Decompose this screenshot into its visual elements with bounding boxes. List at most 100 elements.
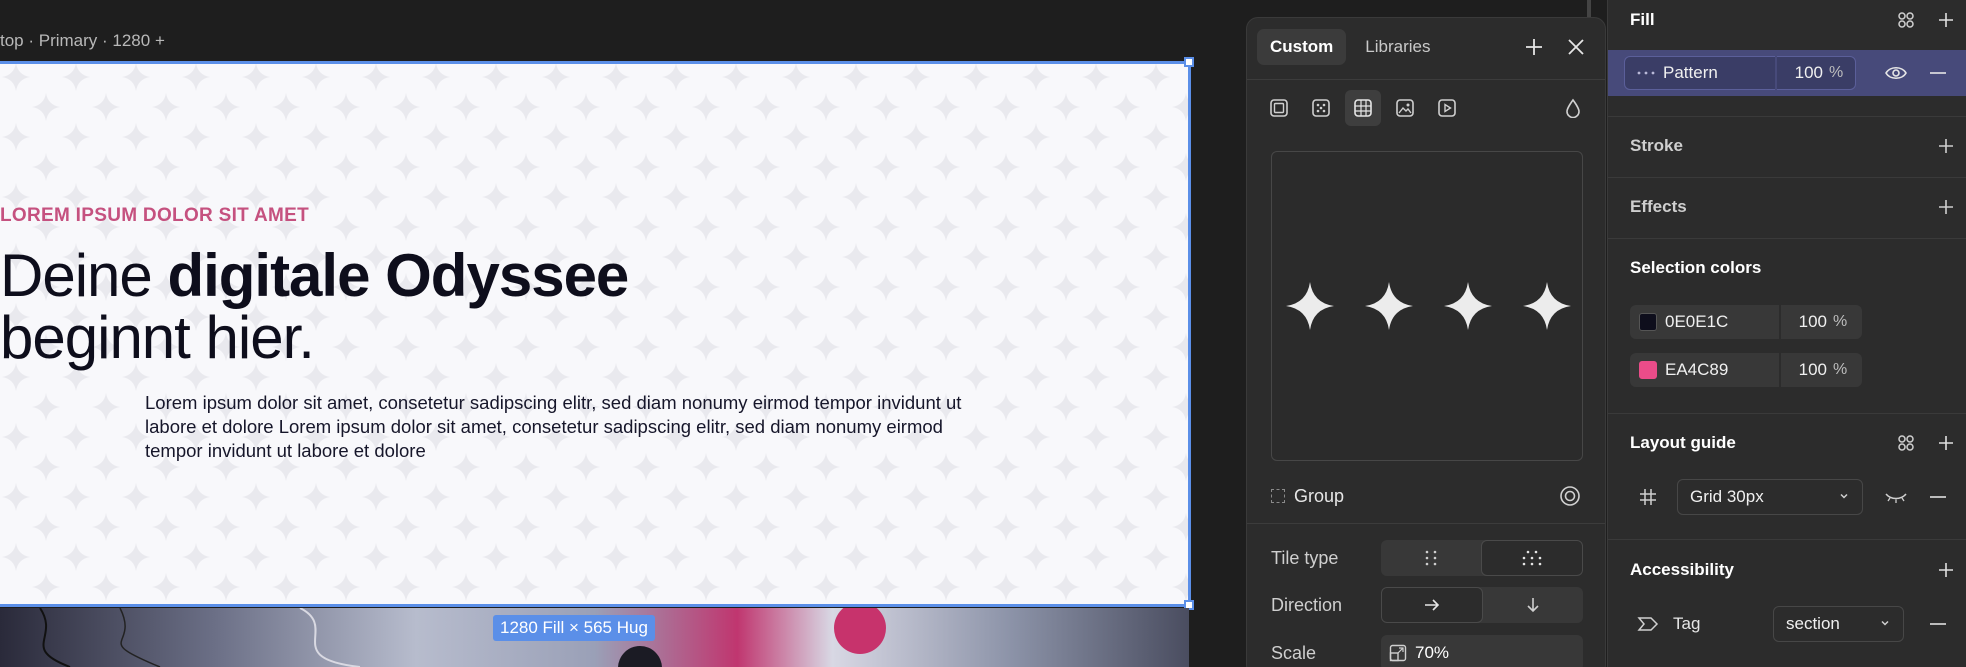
divider	[1247, 523, 1605, 524]
color-hex[interactable]: EA4C89	[1665, 360, 1779, 380]
add-effect-button[interactable]	[1934, 195, 1958, 219]
grid-icon	[1640, 489, 1656, 505]
more-dots-icon	[1637, 71, 1655, 75]
add-accessibility-button[interactable]	[1934, 558, 1958, 582]
target-button[interactable]	[1557, 483, 1583, 509]
group-label: Group	[1294, 485, 1345, 506]
color-hex[interactable]: 0E0E1C	[1665, 312, 1779, 332]
stroke-title: Stroke	[1630, 136, 1683, 155]
scale-value: 70%	[1415, 643, 1450, 662]
close-button[interactable]	[1561, 32, 1591, 62]
styles-grid-icon	[1898, 435, 1914, 451]
frame-label[interactable]: top · Primary · 1280 +	[0, 31, 165, 51]
color-swatch-EA4C89[interactable]	[1639, 361, 1657, 379]
group-option[interactable]: Group	[1271, 483, 1583, 509]
plus-icon	[1939, 13, 1953, 27]
layout-guide-visibility-button[interactable]	[1884, 485, 1908, 509]
scale-row: Scale 70%	[1271, 635, 1583, 667]
tile-grid-option[interactable]	[1381, 540, 1481, 576]
remove-tag-button[interactable]	[1926, 612, 1950, 636]
star-pattern-preview	[1286, 282, 1571, 330]
remove-fill-button[interactable]	[1926, 61, 1950, 85]
resize-handle-top-right[interactable]	[1184, 57, 1194, 67]
layout-guide-select[interactable]: Grid 30px	[1677, 479, 1863, 515]
tile-type-toggle	[1381, 540, 1583, 576]
accessibility-title: Accessibility	[1630, 560, 1734, 579]
headline-line2: beginnt hier.	[0, 304, 315, 371]
design-canvas[interactable]: top · Primary · 1280 + LOREM IPSUM DOLOR…	[0, 0, 1298, 667]
hero-eyebrow: LOREM IPSUM DOLOR SIT AMET	[0, 205, 309, 226]
solid-fill-button[interactable]	[1261, 90, 1297, 126]
fill-layer-name: Pattern	[1663, 63, 1718, 82]
direction-label: Direction	[1271, 594, 1343, 615]
color-opacity[interactable]: 100	[1781, 312, 1833, 332]
arrow-down-icon	[1527, 598, 1539, 613]
color-opacity[interactable]: 100	[1781, 360, 1833, 380]
grid-settings-button[interactable]	[1636, 485, 1660, 509]
selection-color-0E0E1C[interactable]: 0E0E1C 100 %	[1630, 305, 1862, 339]
tag-value: section	[1786, 614, 1840, 633]
styles-grid-icon	[1898, 12, 1914, 28]
picker-tabs: Custom Libraries	[1257, 29, 1443, 65]
tag-select[interactable]: section	[1773, 606, 1904, 642]
scale-input[interactable]: 70%	[1381, 635, 1583, 667]
divider	[1608, 539, 1966, 540]
layout-styles-button[interactable]	[1894, 431, 1918, 455]
gradient-fill-icon	[1312, 99, 1330, 117]
fill-opacity-value[interactable]: 100	[1777, 63, 1829, 83]
divider	[1608, 116, 1966, 117]
close-icon	[1568, 39, 1584, 55]
pattern-fill-button[interactable]	[1345, 90, 1381, 126]
add-stroke-button[interactable]	[1934, 134, 1958, 158]
color-swatch-0E0E1C[interactable]	[1639, 313, 1657, 331]
eye-closed-icon	[1885, 493, 1907, 503]
hero-section-frame[interactable]: LOREM IPSUM DOLOR SIT AMET Deine digital…	[0, 61, 1189, 606]
tile-offset-option[interactable]	[1481, 540, 1583, 576]
minus-icon	[1930, 72, 1946, 74]
pattern-fill-icon	[1354, 99, 1372, 117]
pattern-preview	[1271, 151, 1583, 461]
image-fill-button[interactable]	[1387, 90, 1423, 126]
divider	[1247, 79, 1605, 80]
tab-libraries[interactable]: Libraries	[1352, 29, 1443, 65]
fill-visibility-button[interactable]	[1884, 61, 1908, 85]
fill-picker-popover: Custom Libraries Group Tile type Directi…	[1246, 17, 1606, 667]
panel-edge	[1587, 0, 1591, 18]
eye-icon	[1885, 66, 1907, 80]
gradient-fill-button[interactable]	[1303, 90, 1339, 126]
target-icon	[1560, 486, 1580, 506]
add-fill-button[interactable]	[1934, 8, 1958, 32]
video-fill-icon	[1438, 99, 1456, 117]
add-button[interactable]	[1519, 32, 1549, 62]
tile-type-label: Tile type	[1271, 547, 1339, 568]
grid-dots-icon	[1425, 550, 1437, 566]
plus-icon	[1939, 436, 1953, 450]
plus-icon	[1526, 39, 1542, 55]
percent-sign: %	[1833, 361, 1848, 378]
hero-headline: Deine digitale Odyssee beginnt hier.	[0, 245, 1150, 369]
plus-icon	[1939, 139, 1953, 153]
tag-icon	[1637, 617, 1659, 631]
headline-regular: Deine	[0, 242, 168, 309]
direction-right-option[interactable]	[1381, 587, 1483, 623]
minus-icon	[1930, 496, 1946, 498]
tab-custom[interactable]: Custom	[1257, 29, 1347, 65]
selection-color-EA4C89[interactable]: EA4C89 100 %	[1630, 353, 1862, 387]
remove-layout-guide-button[interactable]	[1926, 485, 1950, 509]
opacity-toggle-button[interactable]	[1558, 93, 1588, 123]
direction-row: Direction	[1271, 587, 1583, 623]
group-checkbox[interactable]	[1271, 489, 1285, 503]
fill-styles-button[interactable]	[1894, 8, 1918, 32]
tile-type-row: Tile type	[1271, 540, 1583, 576]
droplet-icon	[1566, 98, 1580, 118]
direction-down-option[interactable]	[1483, 587, 1583, 623]
layout-guide-value: Grid 30px	[1690, 487, 1764, 506]
fill-title: Fill	[1630, 10, 1655, 29]
video-fill-button[interactable]	[1429, 90, 1465, 126]
fill-layer-field[interactable]: Pattern 100 %	[1624, 56, 1856, 90]
fill-layer-row[interactable]: Pattern 100 %	[1608, 50, 1966, 96]
add-layout-guide-button[interactable]	[1934, 431, 1958, 455]
offset-dots-icon	[1522, 550, 1542, 566]
properties-panel: Fill Pattern 100 % Stroke Effects Select…	[1607, 0, 1966, 667]
image-fill-icon	[1396, 99, 1414, 117]
